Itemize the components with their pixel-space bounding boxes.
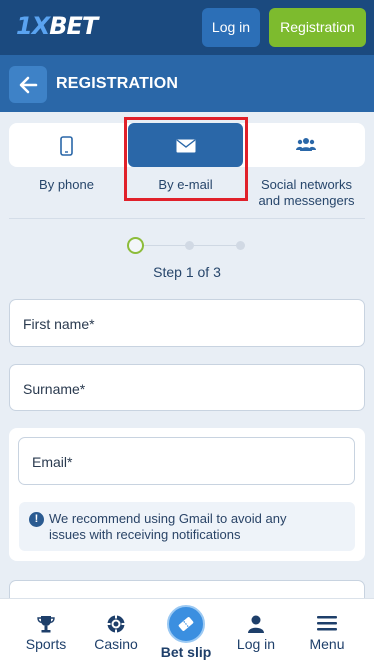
tab-label-social[interactable]: Social networks and messengers — [246, 177, 367, 209]
phone-icon — [60, 136, 73, 156]
nav-menu[interactable]: Menu — [291, 599, 363, 666]
nav-bet-slip-label: Bet slip — [160, 644, 212, 660]
divider — [9, 218, 365, 219]
step-3-indicator — [236, 241, 245, 250]
nav-login[interactable]: Log in — [220, 599, 292, 666]
info-icon: ! — [29, 512, 44, 527]
registration-header: REGISTRATION — [0, 55, 374, 112]
first-name-field[interactable]: First name* — [9, 299, 365, 347]
step-2-indicator — [185, 241, 194, 250]
notice-line-1: We recommend using Gmail to avoid any — [49, 511, 287, 526]
tab-by-phone[interactable] — [9, 122, 124, 168]
nav-casino-label: Casino — [94, 636, 138, 652]
registration-button[interactable]: Registration — [269, 8, 366, 47]
surname-placeholder: Surname* — [23, 381, 86, 397]
email-placeholder: Email* — [32, 454, 73, 470]
users-icon — [296, 138, 316, 151]
surname-field[interactable]: Surname* — [9, 364, 365, 411]
top-bar: 1XBET Log in Registration — [0, 0, 374, 55]
gmail-notice: ! We recommend using Gmail to avoid any … — [19, 502, 355, 551]
tab-label-social-line1: Social networks — [260, 177, 353, 192]
back-button[interactable] — [9, 66, 47, 103]
tab-social-networks[interactable] — [246, 122, 365, 168]
login-button[interactable]: Log in — [202, 8, 260, 47]
step-1-indicator — [127, 237, 144, 254]
step-counter: Step 1 of 3 — [153, 264, 221, 280]
trophy-icon — [37, 616, 55, 633]
first-name-placeholder: First name* — [23, 316, 95, 332]
ticket-icon — [178, 617, 194, 631]
nav-login-label: Log in — [236, 636, 276, 652]
hamburger-icon — [317, 616, 337, 631]
nav-sports-label: Sports — [25, 636, 67, 652]
user-icon — [248, 615, 264, 633]
logo[interactable]: 1XBET — [16, 12, 98, 40]
casino-chip-icon — [107, 615, 125, 633]
tab-label-social-line2: and messengers — [258, 193, 355, 208]
email-field[interactable]: Email* — [18, 437, 355, 485]
nav-casino[interactable]: Casino — [80, 599, 152, 666]
logo-suffix: BET — [49, 12, 98, 40]
email-tab-highlight — [124, 117, 248, 201]
bet-slip-button[interactable] — [167, 605, 205, 643]
logo-prefix: 1X — [16, 12, 50, 40]
nav-menu-label: Menu — [309, 636, 345, 652]
nav-sports[interactable]: Sports — [10, 599, 82, 666]
tab-label-phone[interactable]: By phone — [9, 177, 124, 193]
notice-line-2: issues with receiving notifications — [49, 527, 241, 542]
gmail-notice-text: We recommend using Gmail to avoid any is… — [49, 511, 349, 543]
arrow-left-icon — [19, 76, 38, 94]
page-title: REGISTRATION — [56, 75, 179, 92]
